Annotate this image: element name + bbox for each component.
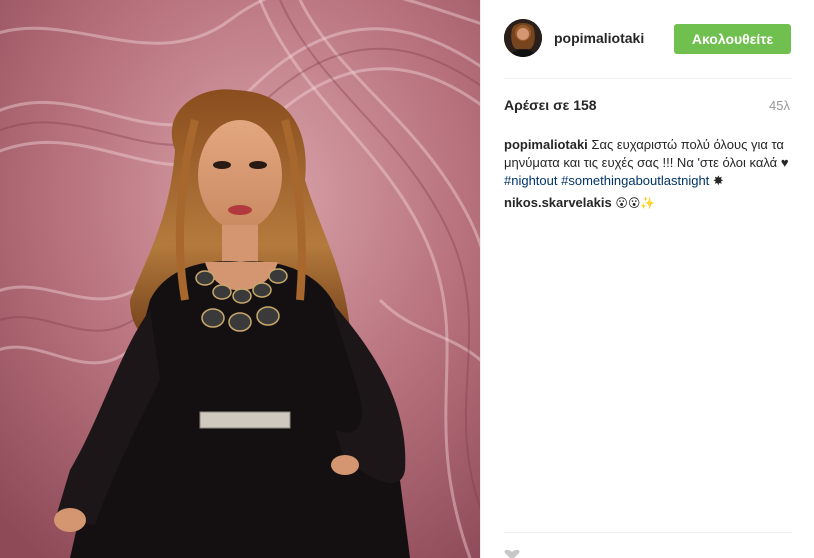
post-sidebar: popimaliotaki Ακολουθείτε Αρέσει σε 158 … bbox=[480, 0, 814, 558]
post-photo[interactable] bbox=[0, 0, 480, 558]
avatar-image bbox=[504, 19, 542, 57]
instagram-post-view: popimaliotaki Ακολουθείτε Αρέσει σε 158 … bbox=[0, 0, 814, 558]
comment-text: 😮😮✨ bbox=[615, 196, 656, 210]
heart-icon bbox=[504, 549, 520, 558]
likes-count[interactable]: Αρέσει σε 158 bbox=[504, 97, 597, 113]
username-link[interactable]: popimaliotaki bbox=[554, 30, 644, 46]
actions-divider bbox=[504, 532, 792, 533]
like-action[interactable] bbox=[504, 547, 520, 558]
hashtag-somethingaboutlastnight[interactable]: #somethingaboutlastnight bbox=[561, 173, 709, 188]
follow-button[interactable]: Ακολουθείτε bbox=[674, 24, 791, 54]
header-divider bbox=[504, 78, 792, 79]
post-header: popimaliotaki Ακολουθείτε bbox=[481, 0, 814, 78]
star-emoji: ✸ bbox=[712, 173, 724, 188]
caption: popimaliotaki Σας ευχαριστώ πολύ όλους γ… bbox=[504, 136, 794, 190]
heart-emoji: ♥ bbox=[780, 155, 789, 170]
comment-author-link[interactable]: nikos.skarvelakis bbox=[504, 195, 612, 210]
comments-list: popimaliotaki Σας ευχαριστώ πολύ όλους γ… bbox=[504, 136, 794, 216]
post-photo-image bbox=[0, 0, 480, 558]
post-time-ago[interactable]: 45λ bbox=[769, 98, 790, 113]
avatar[interactable] bbox=[504, 19, 542, 57]
caption-author-link[interactable]: popimaliotaki bbox=[504, 137, 588, 152]
list-item: nikos.skarvelakis 😮😮✨ bbox=[504, 194, 794, 212]
hashtag-nightout[interactable]: #nightout bbox=[504, 173, 558, 188]
